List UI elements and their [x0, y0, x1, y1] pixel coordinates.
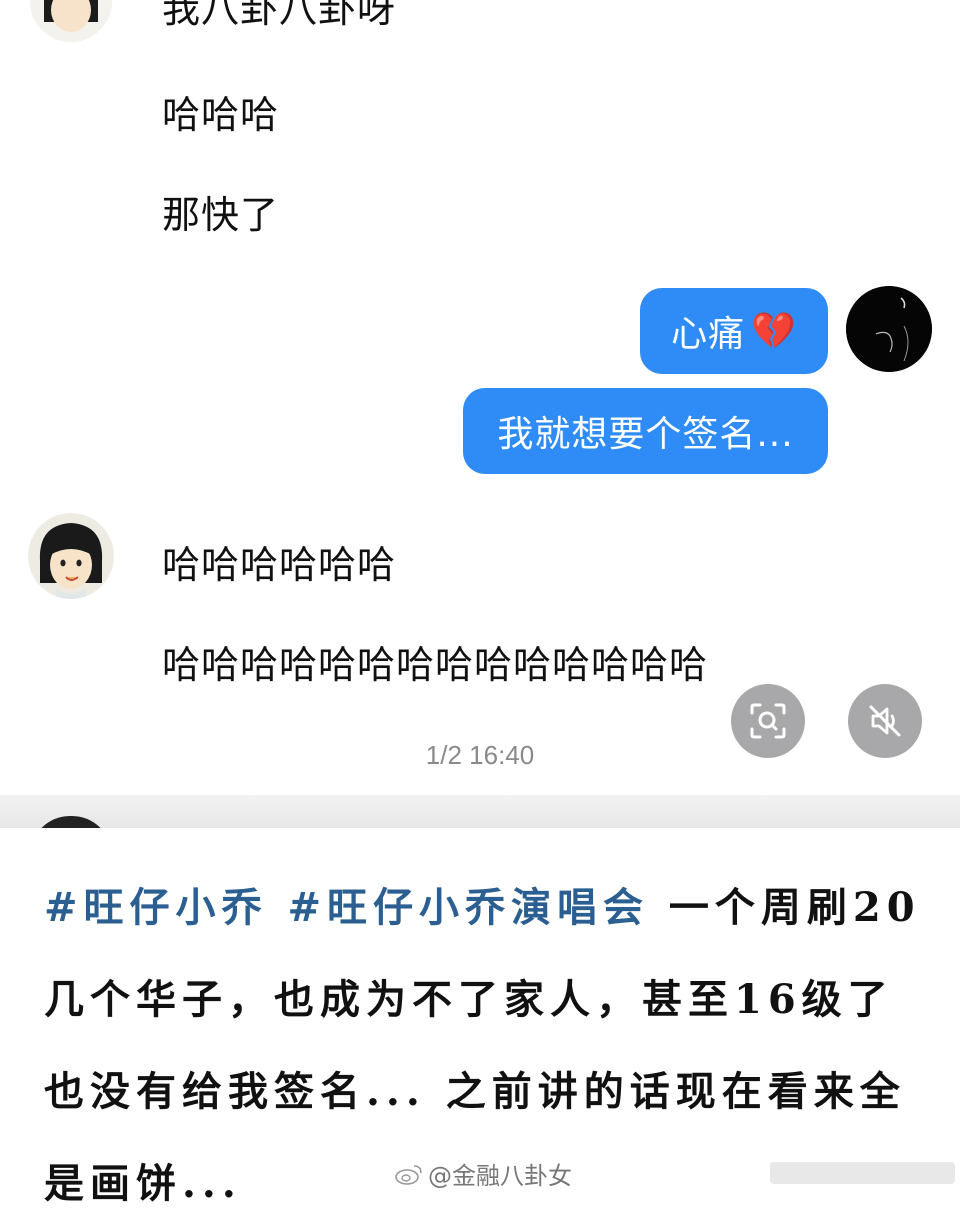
contact-avatar[interactable]	[28, 513, 114, 599]
weibo-logo-icon	[395, 1164, 422, 1185]
broken-heart-icon: 💔	[751, 311, 797, 352]
chat-message: 哈哈哈哈哈哈	[162, 543, 397, 587]
chat-message: 那快了	[162, 193, 280, 237]
mute-icon	[869, 705, 901, 737]
message-timestamp: 1/2 16:40	[425, 740, 535, 770]
hashtag-link[interactable]: #旺仔小乔	[44, 884, 268, 931]
watermark-blur	[770, 1162, 955, 1184]
search-icon	[750, 703, 786, 739]
bubble-text: 我就想要个签名...	[497, 414, 794, 455]
screenshot-divider	[0, 795, 960, 828]
dark-avatar-icon	[846, 286, 932, 372]
chat-view: 我八卦八卦呀 哈哈哈 那快了 心痛 💔 我就想要个签名... 哈哈哈哈哈哈 哈哈…	[0, 0, 960, 828]
watermark-text: @金融八卦女	[428, 1162, 572, 1190]
girl-avatar-icon	[30, 0, 112, 42]
bubble-text: 心痛	[671, 314, 746, 355]
chat-message: 哈哈哈	[162, 93, 280, 137]
my-avatar[interactable]	[846, 286, 932, 372]
my-message-bubble[interactable]: 心痛 💔	[640, 288, 828, 374]
watermark: @金融八卦女	[394, 1156, 572, 1191]
chat-message: 我八卦八卦呀	[162, 0, 397, 31]
girl-avatar-icon	[28, 513, 114, 599]
hashtag-link[interactable]: #旺仔小乔演唱会	[287, 884, 649, 931]
chat-message: 哈哈哈哈哈哈哈哈哈哈哈哈哈哈	[162, 643, 709, 687]
contact-avatar[interactable]	[30, 0, 112, 42]
my-message-bubble[interactable]: 我就想要个签名...	[463, 388, 828, 474]
